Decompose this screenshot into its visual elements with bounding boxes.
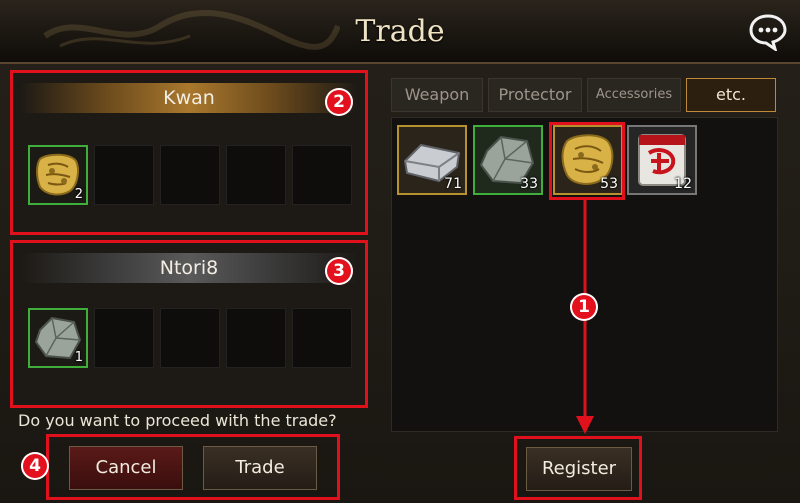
title-bar: Trade <box>0 0 800 64</box>
trader-name-ntori8: Ntori8 <box>21 253 357 283</box>
chat-button[interactable] <box>748 13 788 53</box>
trader-name-kwan: Kwan <box>21 83 357 113</box>
callout-badge-4: 4 <box>21 452 49 480</box>
empty-trade-slot[interactable] <box>94 145 154 205</box>
inventory-grid: 71 33 53 12 <box>391 117 778 432</box>
inventory-slot[interactable]: 12 <box>627 125 697 195</box>
item-count: 33 <box>520 176 538 192</box>
trade-confirm-prompt: Do you want to proceed with the trade? <box>18 411 337 430</box>
empty-trade-slot[interactable] <box>292 145 352 205</box>
trade-button[interactable]: Trade <box>203 446 317 490</box>
inventory-slot[interactable]: 33 <box>473 125 543 195</box>
callout-badge-1: 1 <box>570 293 598 321</box>
ntori8-trade-slots: 1 <box>28 308 352 368</box>
empty-trade-slot[interactable] <box>160 308 220 368</box>
tab-accessories[interactable]: Accessories <box>587 78 681 112</box>
empty-trade-slot[interactable] <box>94 308 154 368</box>
window-title: Trade <box>355 14 445 49</box>
tab-protector[interactable]: Protector <box>488 78 582 112</box>
callout-badge-2: 2 <box>325 88 353 116</box>
item-count: 53 <box>600 176 618 192</box>
register-highlight: Register <box>514 436 642 500</box>
inventory-slot[interactable]: 53 <box>553 125 623 195</box>
empty-trade-slot[interactable] <box>292 308 352 368</box>
item-count: 71 <box>444 176 462 192</box>
kwan-trade-slots: 2 <box>28 145 352 205</box>
trader-kwan-section: Kwan 2 <box>10 70 368 235</box>
item-count: 2 <box>74 187 83 202</box>
tab-weapon[interactable]: Weapon <box>391 78 483 112</box>
trade-slot[interactable]: 2 <box>28 145 88 205</box>
empty-trade-slot[interactable] <box>226 308 286 368</box>
inventory-tabs: Weapon Protector Accessories etc. <box>391 78 776 112</box>
cancel-button[interactable]: Cancel <box>69 446 183 490</box>
chat-bubble-icon <box>749 14 787 53</box>
trader-ntori8-section: Ntori8 1 <box>10 240 368 408</box>
trade-slot[interactable]: 1 <box>28 308 88 368</box>
item-count: 12 <box>674 176 692 192</box>
item-count: 1 <box>74 350 83 365</box>
callout-badge-3: 3 <box>325 257 353 285</box>
empty-trade-slot[interactable] <box>160 145 220 205</box>
register-button[interactable]: Register <box>526 447 632 491</box>
inventory-slot[interactable]: 71 <box>397 125 467 195</box>
tab-etc[interactable]: etc. <box>686 78 776 112</box>
empty-trade-slot[interactable] <box>226 145 286 205</box>
trade-actions: Cancel Trade <box>46 434 340 500</box>
